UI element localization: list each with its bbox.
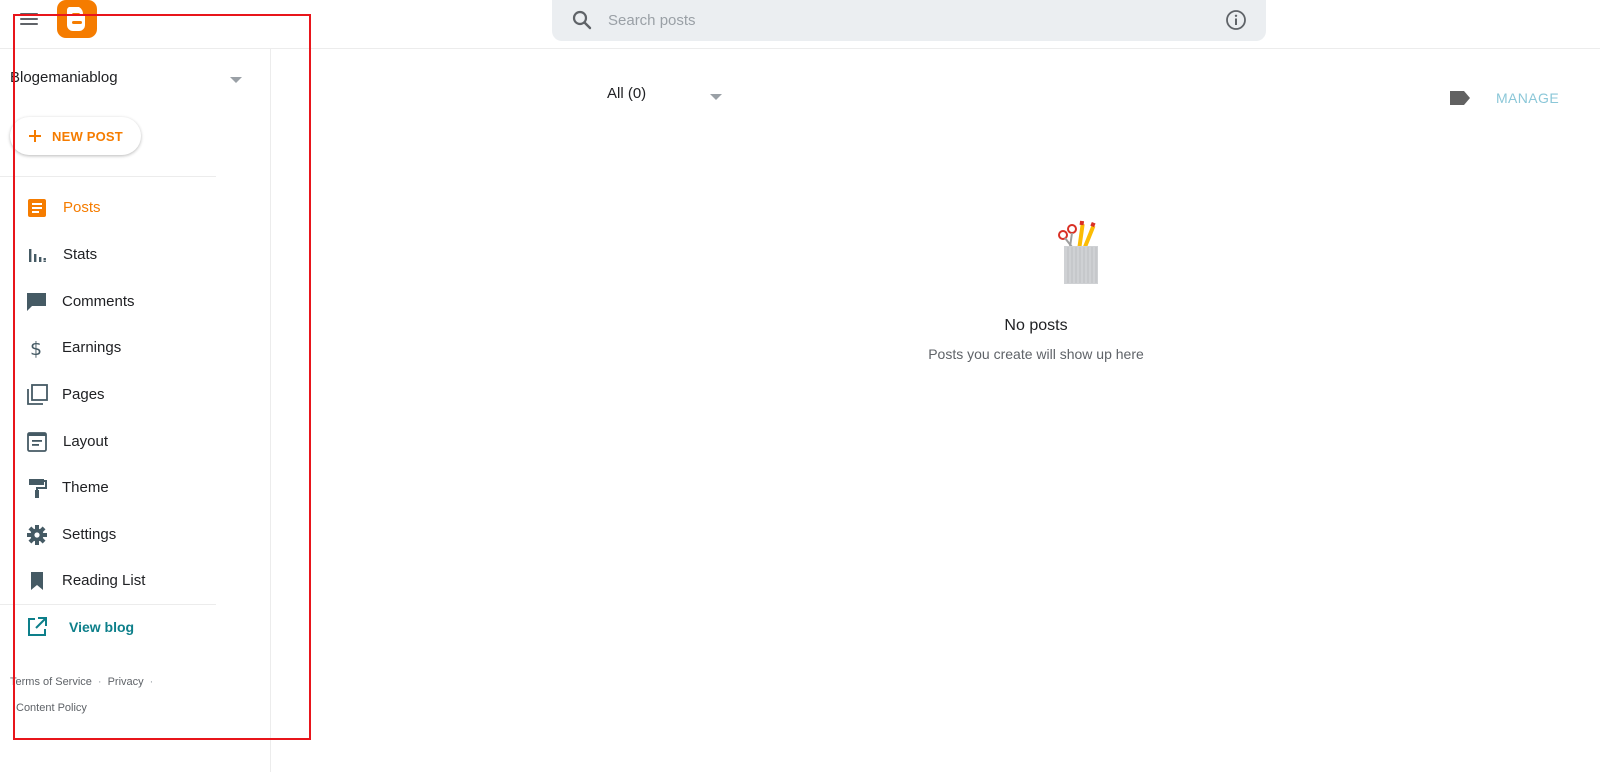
new-post-button[interactable]: NEW POST [10, 117, 141, 155]
blogger-dashboard: Blogemaniablog NEW POST Posts [0, 0, 1600, 772]
empty-state-subtitle: Posts you create will show up here [928, 346, 1144, 362]
sidebar-item-stats[interactable]: Stats [0, 234, 216, 274]
new-post-label: NEW POST [52, 128, 123, 144]
sidebar-item-reading-list[interactable]: Reading List [0, 560, 216, 600]
terms-of-service-link[interactable]: Terms of Service [10, 676, 92, 688]
top-bar [0, 0, 1600, 49]
sidebar-item-layout[interactable]: Layout [0, 421, 216, 461]
blogger-logo-icon[interactable] [57, 0, 97, 38]
sidebar-item-settings[interactable]: Settings [0, 514, 216, 554]
search-input[interactable] [608, 6, 1188, 34]
info-icon[interactable] [1224, 8, 1248, 32]
label-tag-icon[interactable] [1449, 90, 1471, 106]
sidebar-item-label: Theme [62, 478, 109, 496]
search-icon[interactable] [570, 8, 594, 32]
comments-icon [27, 293, 46, 311]
dollar-icon: $ [30, 338, 42, 359]
chevron-down-icon [710, 94, 722, 100]
plus-icon [29, 130, 41, 142]
sidebar: Blogemaniablog NEW POST Posts Stats Comm… [0, 49, 271, 772]
empty-state-title: No posts [1004, 317, 1068, 334]
layout-icon [27, 432, 47, 452]
filter-label: All (0) [607, 85, 647, 102]
divider [0, 176, 216, 177]
footer-links: Terms of Service · Privacy · Content Policy [10, 669, 210, 721]
external-link-icon [28, 617, 47, 636]
view-blog-link[interactable]: View blog [0, 612, 216, 642]
search-bar [552, 0, 1266, 41]
content-policy-link[interactable]: Content Policy [16, 702, 87, 714]
sidebar-item-label: Pages [62, 385, 105, 403]
sidebar-item-posts[interactable]: Posts [0, 187, 216, 227]
privacy-link[interactable]: Privacy [108, 676, 144, 688]
gear-icon [27, 525, 47, 545]
posts-filter-dropdown[interactable]: All (0) [607, 85, 737, 109]
pages-icon [27, 384, 48, 405]
separator: · [149, 676, 154, 688]
view-blog-label: View blog [69, 619, 135, 635]
sidebar-item-earnings[interactable]: $ Earnings [0, 327, 216, 367]
posts-icon [28, 199, 46, 217]
blog-selector[interactable]: Blogemaniablog [10, 69, 250, 91]
divider [0, 604, 216, 605]
sidebar-item-label: Reading List [62, 571, 146, 589]
sidebar-item-label: Settings [62, 525, 117, 543]
pencil-cup-illustration [1058, 220, 1098, 284]
sidebar-item-label: Earnings [62, 338, 122, 356]
paint-roller-icon [29, 479, 47, 498]
chevron-down-icon [230, 77, 242, 83]
sidebar-item-theme[interactable]: Theme [0, 467, 216, 507]
sidebar-item-comments[interactable]: Comments [0, 281, 216, 321]
sidebar-item-label: Posts [63, 198, 101, 216]
svg-text:$: $ [30, 338, 42, 359]
sidebar-item-label: Layout [63, 432, 109, 450]
bookmark-icon [31, 572, 43, 590]
manage-button[interactable]: MANAGE [1496, 90, 1559, 106]
sidebar-item-label: Comments [62, 292, 135, 310]
menu-icon[interactable] [18, 10, 42, 28]
sidebar-item-label: Stats [63, 245, 98, 263]
main-content: All (0) MANAGE No posts Posts you create… [272, 49, 1600, 772]
separator: · [97, 676, 102, 688]
sidebar-item-pages[interactable]: Pages [0, 374, 216, 414]
stats-icon [29, 249, 46, 262]
blog-name: Blogemaniablog [10, 69, 118, 86]
